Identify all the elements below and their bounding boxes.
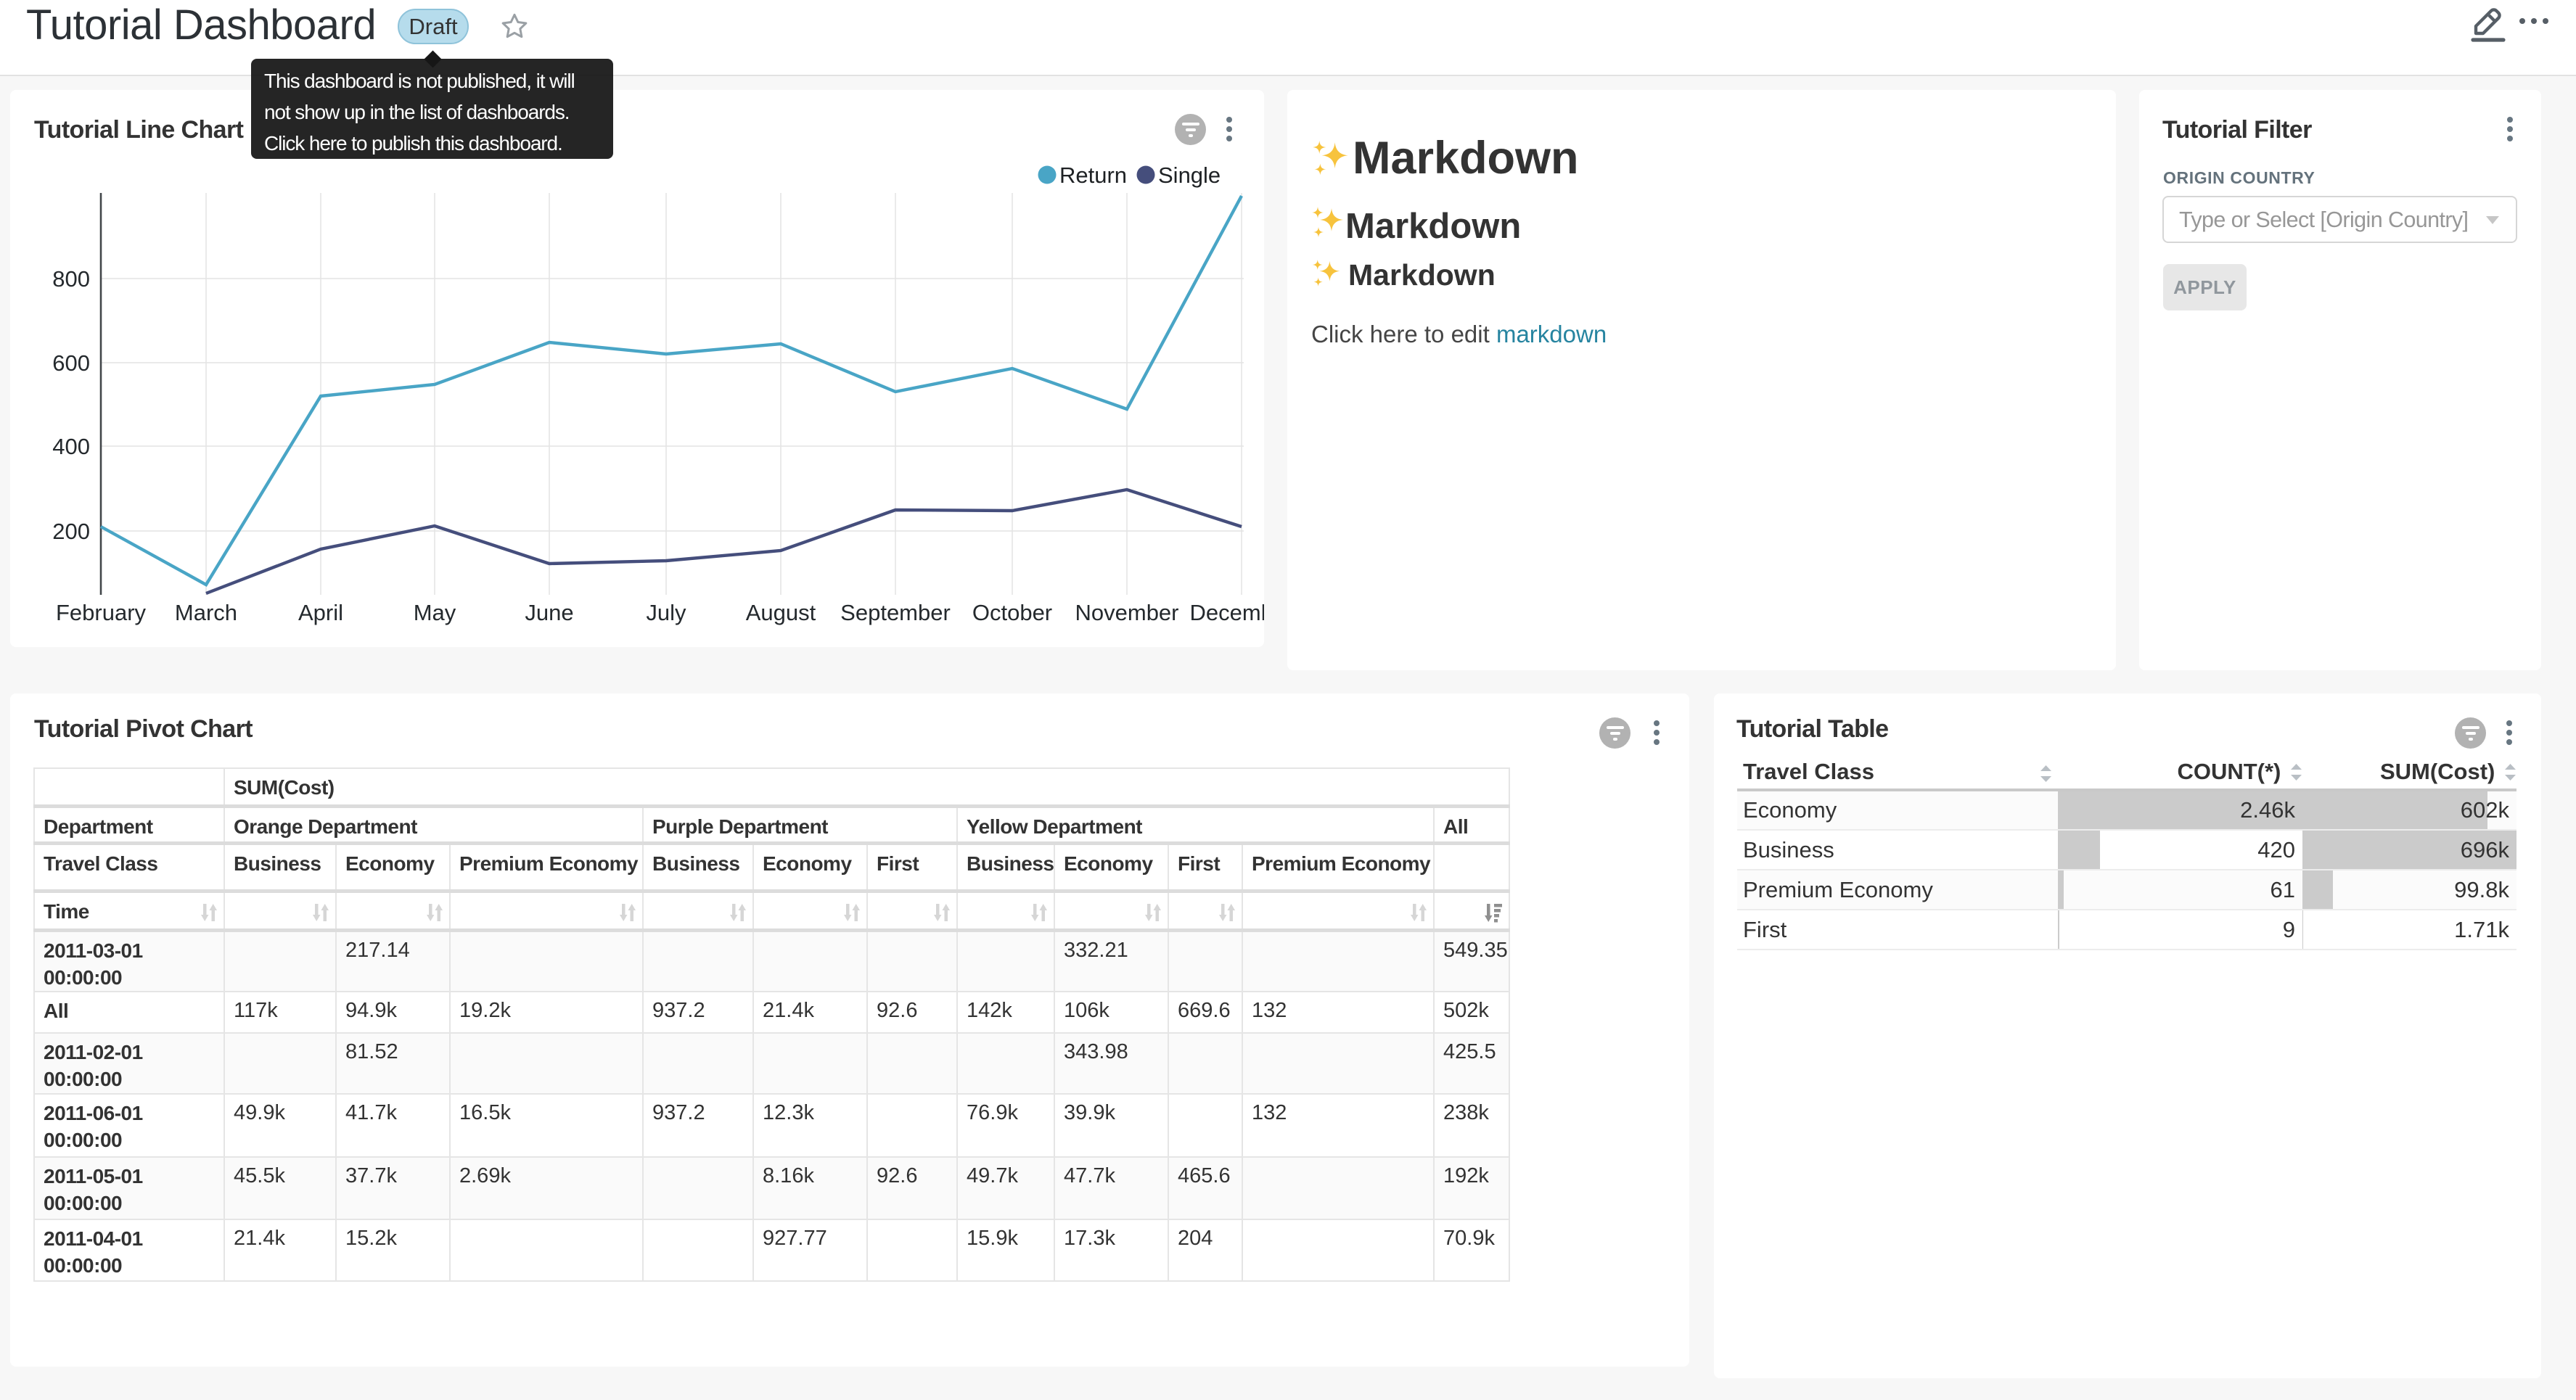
svg-text:April: April xyxy=(298,600,343,625)
svg-text:August: August xyxy=(746,600,816,625)
svg-text:December: December xyxy=(1190,600,1265,625)
svg-text:June: June xyxy=(525,600,573,625)
svg-text:Return: Return xyxy=(1059,162,1127,188)
svg-text:600: 600 xyxy=(52,350,90,376)
svg-text:200: 200 xyxy=(52,519,90,544)
svg-text:July: July xyxy=(646,600,686,625)
svg-text:May: May xyxy=(414,600,456,625)
svg-text:October: October xyxy=(972,600,1052,625)
svg-text:800: 800 xyxy=(52,266,90,292)
svg-text:Single: Single xyxy=(1158,162,1221,188)
svg-text:400: 400 xyxy=(52,434,90,459)
svg-text:March: March xyxy=(175,600,237,625)
svg-text:November: November xyxy=(1075,600,1179,625)
svg-text:September: September xyxy=(840,600,951,625)
svg-text:February: February xyxy=(56,600,147,625)
